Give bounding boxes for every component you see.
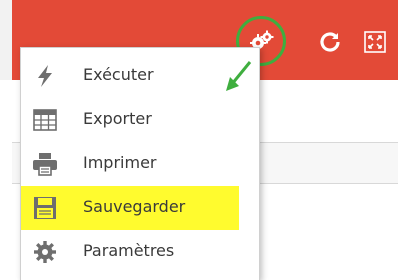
menu-item-label: Paramètres [83,241,175,260]
menu-item-label: Sauvegarder [83,197,186,216]
menu-item-label: Exporter [83,109,152,128]
menu-item-exporter[interactable]: Exporter [21,98,259,142]
menu-item-imprimer[interactable]: Imprimer [21,142,259,186]
menu-item-parametres[interactable]: Paramètres [21,230,259,274]
refresh-icon[interactable] [316,28,344,56]
save-disk-icon [31,194,59,222]
menu-item-sauvegarder[interactable]: Sauvegarder [21,186,259,230]
lightning-icon [31,62,59,90]
printer-icon [31,150,59,178]
menu-item-label: Exécuter [83,65,154,84]
menu-item-label: Imprimer [83,153,157,172]
table-grid-icon [31,106,59,134]
annotation-arrow-icon [226,61,252,91]
fullscreen-icon[interactable] [362,28,388,56]
settings-gear-icon [31,238,59,266]
toolbar-corner [0,0,12,80]
